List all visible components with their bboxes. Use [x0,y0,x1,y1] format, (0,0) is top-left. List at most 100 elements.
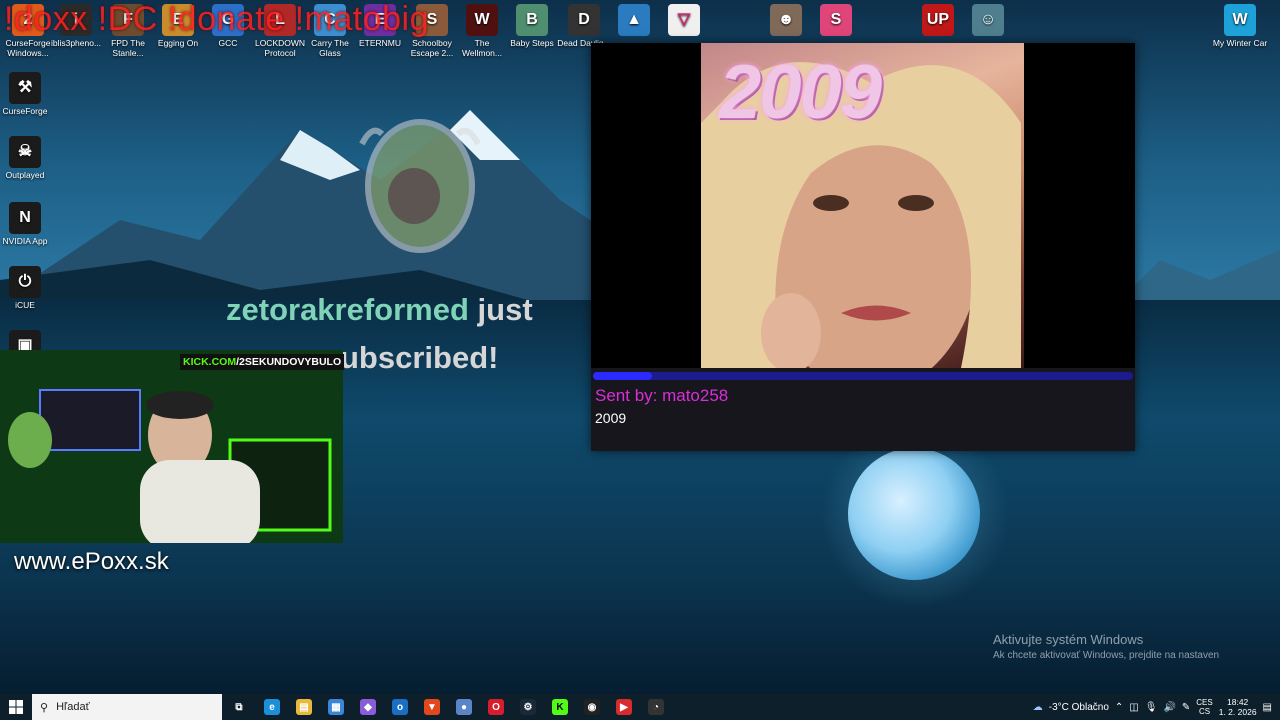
desktop-side-icon-3[interactable]: ⏻ iCUE [0,262,53,310]
taskbar-pinned-apps: ⧉ e ▤ ▦ ◆ o ▼ ● O ⚙ K ◉ ▶ ◔ [222,694,672,720]
taskbar-app-outlook[interactable]: o [384,694,416,720]
language-code: CES [1196,698,1213,707]
kick-label-prefix: KICK.COM [183,356,237,368]
desktop-icon-label: Baby Steps [510,38,554,48]
desktop-side-icon-2[interactable]: N NVIDIA App [0,198,53,246]
taskbar-app-app-red[interactable]: ▶ [608,694,640,720]
desktop-icon-label: ETERNMU [358,38,402,48]
kick-icon: K [552,699,568,715]
subscriber-name: zetorakreformed [226,292,469,327]
taskbar-app-edge[interactable]: e [256,694,288,720]
media-progress-fill [593,372,653,380]
media-video-area: 2009 [591,43,1135,368]
app-gauge-icon: ◔ [648,699,664,715]
windows-logo-icon [9,700,23,714]
webcam-feed [0,350,343,543]
desktop-icon-18[interactable]: W My Winter Car [1212,0,1268,48]
chat-commands-marquee: !doxx !DC !donate !matobig [4,0,430,38]
search-icon: ⚲ [40,701,49,714]
taskbar-app-opera[interactable]: O [480,694,512,720]
desktop-icon-label: Schoolboy Escape 2... [410,38,454,58]
obs-icon: ◉ [584,699,600,715]
subscriber-alert-line2: ubscribed! [340,340,499,375]
taskbar-app-task-view[interactable]: ⧉ [222,694,256,720]
app-icon: ▲ [618,4,650,36]
microphone-icon[interactable]: 🎙 [1145,702,1158,713]
media-share-popup: 2009 Sent by: mato258 2009 [591,43,1135,451]
app-icon: W [466,4,498,36]
app-icon: ⏻ [9,266,41,298]
app-icon: ▽ [668,4,700,36]
network-icon[interactable]: ◫ [1129,702,1138,713]
media-progress-bar [593,372,1133,380]
desktop-icon-17[interactable]: ☺ [960,0,1016,38]
taskbar-app-file-explorer[interactable]: ▤ [288,694,320,720]
desktop-icon-label: LOCKDOWN Protocol [254,38,306,58]
desktop-icon-11[interactable]: D Dead Daylig... [556,0,612,48]
desktop-icon-14[interactable]: ☻ [758,0,814,38]
store-icon: ▦ [328,699,344,715]
taskbar-app-app-gauge[interactable]: ◔ [640,694,672,720]
edge-icon: e [264,699,280,715]
desktop-icon-label: The Wellmon... [462,38,502,58]
desktop-icon-label: Egging On [157,38,199,48]
keyboard-layout: CS [1198,707,1211,716]
media-message: 2009 [595,410,627,426]
kick-channel-label: KICK.COM/2SEKUNDOVYBULO [180,354,345,370]
subscriber-alert: zetorakreformed just [226,292,533,328]
desktop-side-icon-1[interactable]: ☠ Outplayed [0,132,53,180]
taskbar-app-app-blue[interactable]: ● [448,694,480,720]
task-view-icon: ⧉ [235,701,243,713]
taskbar: ⚲ Hľadať ⧉ e ▤ ▦ ◆ o ▼ ● O ⚙ K ◉ ▶ ◔ ☁ -3°C Oblačno ⌃… [0,694,1280,720]
desktop-icon-12[interactable]: ▲ [606,0,662,38]
album-cover-image: 2009 [701,43,1024,368]
desktop-icon-label: NVIDIA App [2,236,48,246]
app-blue-icon: ● [456,699,472,715]
taskbar-app-brave[interactable]: ▼ [416,694,448,720]
desktop-icon-label: CurseForge [2,106,48,116]
kick-label-channel: /2SEKUNDOVYBULO [236,356,342,368]
app-icon: W [1224,4,1256,36]
start-button[interactable] [0,694,32,720]
sent-by-label: Sent by: mato258 [595,386,729,405]
weather-icon[interactable]: ☁ [1033,702,1043,713]
weather-text[interactable]: -3°C Oblačno [1049,702,1109,713]
desktop-icon-label: iCUE [15,300,35,310]
website-url: www.ePoxx.sk [14,548,169,575]
opera-icon: O [488,699,504,715]
taskbar-app-copilot[interactable]: ◆ [352,694,384,720]
taskbar-app-kick[interactable]: K [544,694,576,720]
clock-time: 18:42 [1227,697,1249,707]
desktop-icon-10[interactable]: B Baby Steps [504,0,560,48]
taskbar-app-steam[interactable]: ⚙ [512,694,544,720]
desktop-icon-16[interactable]: UP [910,0,966,38]
windows-activation-watermark: Aktivujte systém Windows Ak chcete aktiv… [993,632,1219,661]
app-icon: ⚒ [9,72,41,104]
desktop-side-icon-0[interactable]: ⚒ CurseForge [0,68,53,116]
avocado-mascot-image [359,119,481,253]
taskbar-clock[interactable]: 18:42 1. 2. 2026 [1219,697,1257,717]
desktop-icon-13[interactable]: ▽ [656,0,712,38]
chevron-up-icon[interactable]: ⌃ [1115,702,1123,713]
desktop-icon-9[interactable]: W The Wellmon... [454,0,510,58]
app-icon: ☺ [972,4,1004,36]
desktop-icon-label: Outplayed [5,170,45,180]
taskbar-search-box[interactable]: ⚲ Hľadať [32,694,222,720]
system-tray: ☁ -3°C Oblačno ⌃ ◫ 🎙 🔊 ✎ CES CS 18:42 1.… [1033,694,1280,720]
pen-icon[interactable]: ✎ [1182,702,1190,713]
desktop-icon-label: GCC [218,38,238,48]
app-icon: ☻ [770,4,802,36]
desktop-icon-label: iblis3pheno... [50,38,102,48]
app-icon: D [568,4,600,36]
desktop-icon-15[interactable]: S [808,0,864,38]
taskbar-app-store[interactable]: ▦ [320,694,352,720]
search-placeholder: Hľadať [56,701,90,713]
notification-icon[interactable]: ▤ [1263,702,1272,713]
clock-date: 1. 2. 2026 [1218,707,1257,717]
taskbar-app-obs[interactable]: ◉ [576,694,608,720]
input-language[interactable]: CES CS [1196,698,1212,716]
file-explorer-icon: ▤ [296,699,312,715]
desktop-icon-label: FPD The Stanle... [111,38,145,58]
volume-icon[interactable]: 🔊 [1163,702,1175,713]
steam-icon: ⚙ [520,699,536,715]
